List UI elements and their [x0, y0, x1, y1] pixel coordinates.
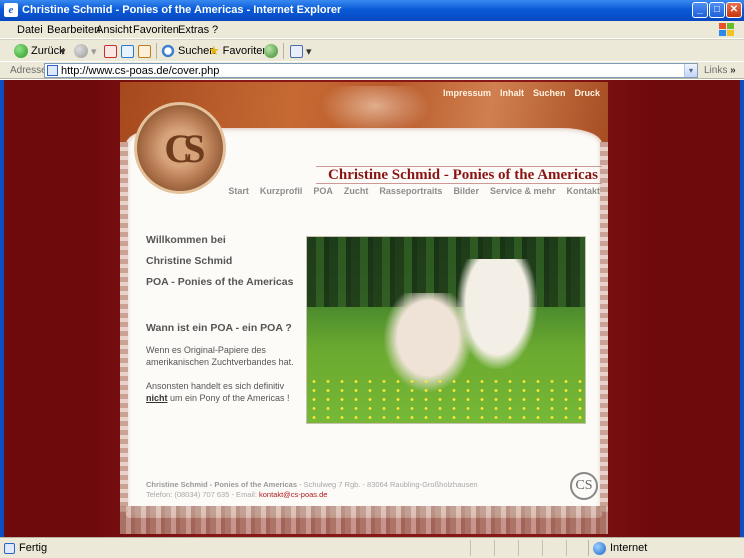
- nav-start[interactable]: Start: [228, 186, 249, 196]
- nav-bilder[interactable]: Bilder: [453, 186, 479, 196]
- back-dropdown-button[interactable]: ▾: [60, 43, 66, 59]
- site-logo-seal[interactable]: CS: [134, 102, 226, 194]
- menu-favoriten[interactable]: Favoriten: [133, 24, 179, 36]
- menu-datei[interactable]: Datei: [17, 24, 43, 36]
- para-otherwise-after: um ein Pony of the Americas !: [167, 393, 290, 403]
- address-label: Adresse: [10, 65, 47, 76]
- welcome-line-3: POA - Ponies of the Americas: [146, 276, 294, 288]
- minimize-button[interactable]: _: [692, 2, 708, 18]
- para-otherwise-before: Ansonsten handelt es sich definitiv: [146, 381, 285, 391]
- windows-logo-icon: [718, 22, 736, 38]
- menu-ansicht[interactable]: Ansicht: [96, 24, 132, 36]
- address-field[interactable]: ▾: [44, 63, 698, 78]
- addressbar: Adresse ▾ Links »: [0, 61, 744, 79]
- footer-name: Christine Schmid - Ponies of the America…: [146, 480, 298, 489]
- window-title: Christine Schmid - Ponies of the America…: [22, 4, 342, 16]
- bottom-border: [120, 506, 608, 534]
- links-label: Links: [704, 65, 728, 76]
- welcome-line-1: Willkommen bei: [146, 234, 226, 246]
- history-icon: [264, 44, 278, 58]
- nav-druck[interactable]: Druck: [574, 88, 600, 98]
- history-button[interactable]: [264, 43, 278, 59]
- links-more-icon: »: [730, 65, 736, 76]
- mail-dropdown-icon: ▾: [306, 45, 312, 58]
- forward-button[interactable]: [74, 43, 88, 59]
- paper-edge-left: [120, 142, 128, 512]
- stop-icon: [104, 44, 117, 58]
- address-dropdown-button[interactable]: ▾: [684, 64, 697, 77]
- address-input[interactable]: [61, 64, 681, 77]
- mail-button[interactable]: ▾: [290, 43, 312, 59]
- nav-service[interactable]: Service & mehr: [490, 186, 556, 196]
- favorites-star-icon: ★: [208, 43, 220, 58]
- nav-suchen[interactable]: Suchen: [533, 88, 566, 98]
- nav-impressum[interactable]: Impressum: [443, 88, 491, 98]
- footer-email-link[interactable]: kontakt@cs-poas.de: [259, 490, 327, 499]
- toolbar-separator: [156, 43, 157, 59]
- para-otherwise-bold: nicht: [146, 393, 168, 403]
- mail-icon: [290, 44, 303, 58]
- globe-icon: [593, 541, 606, 555]
- menu-extras[interactable]: Extras: [178, 24, 209, 36]
- forward-dropdown-button[interactable]: ▾: [91, 43, 97, 59]
- status-text: Fertig: [19, 542, 48, 554]
- page-done-icon: [4, 542, 15, 554]
- site-title: Christine Schmid - Ponies of the America…: [316, 166, 602, 184]
- refresh-button[interactable]: [121, 43, 134, 59]
- zone-label: Internet: [610, 542, 648, 554]
- ponies-photo: [306, 236, 586, 424]
- footer-address: - Schulweg 7 Rgb. - 83064 Raubling-Großh…: [297, 480, 478, 489]
- home-button[interactable]: [138, 43, 151, 59]
- nav-inhalt[interactable]: Inhalt: [500, 88, 524, 98]
- site-page: CS Impressum Inhalt Suchen Druck Christi…: [120, 82, 608, 534]
- nav-rasseportraits[interactable]: Rasseportraits: [379, 186, 442, 196]
- seal-letters: CS: [164, 126, 205, 171]
- nav-zucht[interactable]: Zucht: [344, 186, 369, 196]
- page-icon: [47, 65, 58, 76]
- refresh-icon: [121, 44, 134, 58]
- top-nav: Impressum Inhalt Suchen Druck: [443, 88, 600, 98]
- menu-bearbeiten[interactable]: Bearbeiten: [47, 24, 100, 36]
- back-arrow-icon: [14, 44, 28, 58]
- home-icon: [138, 44, 151, 58]
- ie-app-icon: e: [4, 3, 18, 17]
- back-button[interactable]: Zurück: [14, 43, 65, 59]
- welcome-line-2: Christine Schmid: [146, 255, 233, 267]
- favorites-button[interactable]: ★ Favoriten: [208, 43, 269, 59]
- nav-poa[interactable]: POA: [313, 186, 333, 196]
- toolbar-separator: [283, 43, 284, 59]
- nav-kontakt[interactable]: Kontakt: [567, 186, 601, 196]
- forward-arrow-icon: [74, 44, 88, 58]
- links-button[interactable]: Links »: [704, 65, 736, 76]
- security-zone[interactable]: Internet: [588, 540, 738, 556]
- maximize-button[interactable]: □: [709, 2, 725, 18]
- search-icon: [161, 44, 175, 58]
- browser-viewport[interactable]: CS Impressum Inhalt Suchen Druck Christi…: [0, 80, 744, 537]
- nav-kurzprofil[interactable]: Kurzprofil: [260, 186, 303, 196]
- toolbar: Zurück ▾ ▾ Suchen ★ Favoriten ▾: [0, 39, 744, 61]
- close-button[interactable]: ✕: [726, 2, 742, 18]
- footer-text: Christine Schmid - Ponies of the America…: [146, 480, 526, 500]
- favorites-label: Favoriten: [222, 45, 269, 57]
- photo-flowers: [307, 377, 585, 423]
- status-area: Fertig: [4, 542, 47, 554]
- main-nav: Start Kurzprofil POA Zucht Rasseportrait…: [228, 186, 600, 196]
- paper-edge-right: [600, 142, 608, 512]
- statusbar: Fertig Internet: [0, 537, 744, 558]
- menu-help[interactable]: ?: [212, 24, 218, 36]
- footer-logo: CS: [570, 472, 598, 500]
- menubar: Datei Bearbeiten Ansicht Favoriten Extra…: [0, 21, 744, 39]
- para-otherwise: Ansonsten handelt es sich definitiv nich…: [146, 380, 306, 404]
- poa-question: Wann ist ein POA - ein POA ?: [146, 322, 292, 334]
- stop-button[interactable]: [104, 43, 117, 59]
- window-titlebar[interactable]: e Christine Schmid - Ponies of the Ameri…: [0, 0, 744, 21]
- para-papers: Wenn es Original-Papiere des amerikanisc…: [146, 345, 294, 367]
- footer-phone: Telefon: (08034) 707 635 - Email:: [146, 490, 259, 499]
